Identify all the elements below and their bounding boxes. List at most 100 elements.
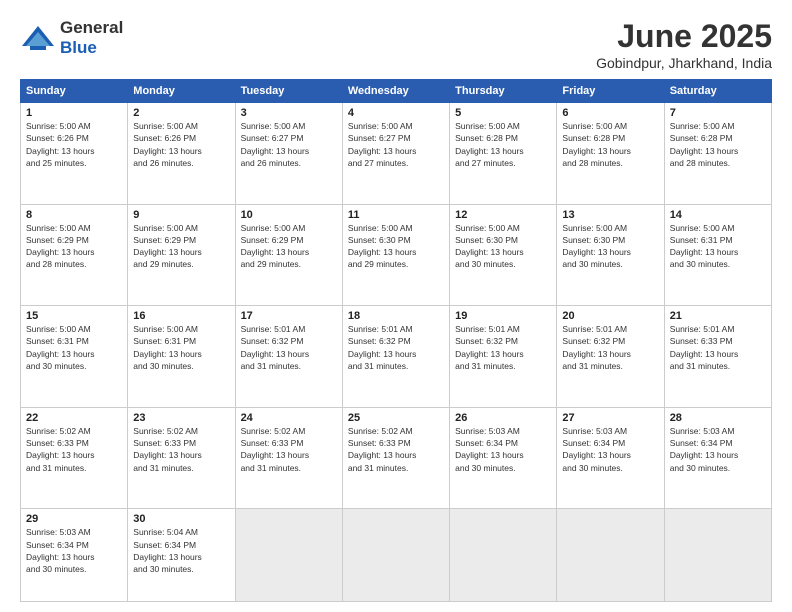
table-row: 1 Sunrise: 5:00 AMSunset: 6:26 PMDayligh… (21, 103, 772, 205)
day-number: 8 (26, 209, 122, 221)
day-number: 6 (562, 107, 658, 119)
col-thursday: Thursday (450, 80, 557, 103)
day-13: 13 Sunrise: 5:00 AMSunset: 6:30 PMDaylig… (557, 204, 664, 306)
day-8: 8 Sunrise: 5:00 AMSunset: 6:29 PMDayligh… (21, 204, 128, 306)
day-2: 2 Sunrise: 5:00 AMSunset: 6:26 PMDayligh… (128, 103, 235, 205)
day-27: 27 Sunrise: 5:03 AMSunset: 6:34 PMDaylig… (557, 407, 664, 509)
day-info: Sunrise: 5:00 AMSunset: 6:26 PMDaylight:… (133, 121, 202, 168)
day-number: 9 (133, 209, 229, 221)
day-info: Sunrise: 5:03 AMSunset: 6:34 PMDaylight:… (26, 527, 95, 574)
day-info: Sunrise: 5:02 AMSunset: 6:33 PMDaylight:… (133, 426, 202, 473)
day-info: Sunrise: 5:00 AMSunset: 6:31 PMDaylight:… (133, 324, 202, 371)
empty-cell (664, 509, 771, 602)
logo-blue: Blue (60, 38, 97, 57)
day-18: 18 Sunrise: 5:01 AMSunset: 6:32 PMDaylig… (342, 306, 449, 408)
day-info: Sunrise: 5:00 AMSunset: 6:26 PMDaylight:… (26, 121, 95, 168)
month-title: June 2025 (596, 18, 772, 55)
day-number: 5 (455, 107, 551, 119)
col-wednesday: Wednesday (342, 80, 449, 103)
day-number: 29 (26, 513, 122, 525)
logo-general: General (60, 18, 123, 38)
day-12: 12 Sunrise: 5:00 AMSunset: 6:30 PMDaylig… (450, 204, 557, 306)
day-number: 7 (670, 107, 766, 119)
day-info: Sunrise: 5:01 AMSunset: 6:32 PMDaylight:… (241, 324, 310, 371)
day-4: 4 Sunrise: 5:00 AMSunset: 6:27 PMDayligh… (342, 103, 449, 205)
table-row: 29 Sunrise: 5:03 AMSunset: 6:34 PMDaylig… (21, 509, 772, 602)
day-number: 15 (26, 310, 122, 322)
day-number: 23 (133, 412, 229, 424)
day-info: Sunrise: 5:00 AMSunset: 6:29 PMDaylight:… (26, 223, 95, 270)
empty-cell (342, 509, 449, 602)
empty-cell (557, 509, 664, 602)
day-info: Sunrise: 5:00 AMSunset: 6:30 PMDaylight:… (348, 223, 417, 270)
day-3: 3 Sunrise: 5:00 AMSunset: 6:27 PMDayligh… (235, 103, 342, 205)
col-tuesday: Tuesday (235, 80, 342, 103)
day-number: 24 (241, 412, 337, 424)
day-number: 18 (348, 310, 444, 322)
day-info: Sunrise: 5:01 AMSunset: 6:32 PMDaylight:… (348, 324, 417, 371)
day-25: 25 Sunrise: 5:02 AMSunset: 6:33 PMDaylig… (342, 407, 449, 509)
page: General Blue June 2025 Gobindpur, Jharkh… (0, 0, 792, 612)
day-number: 25 (348, 412, 444, 424)
day-22: 22 Sunrise: 5:02 AMSunset: 6:33 PMDaylig… (21, 407, 128, 509)
day-info: Sunrise: 5:00 AMSunset: 6:30 PMDaylight:… (562, 223, 631, 270)
day-number: 14 (670, 209, 766, 221)
day-14: 14 Sunrise: 5:00 AMSunset: 6:31 PMDaylig… (664, 204, 771, 306)
day-info: Sunrise: 5:01 AMSunset: 6:33 PMDaylight:… (670, 324, 739, 371)
day-24: 24 Sunrise: 5:02 AMSunset: 6:33 PMDaylig… (235, 407, 342, 509)
day-number: 30 (133, 513, 229, 525)
col-monday: Monday (128, 80, 235, 103)
day-number: 13 (562, 209, 658, 221)
day-23: 23 Sunrise: 5:02 AMSunset: 6:33 PMDaylig… (128, 407, 235, 509)
day-7: 7 Sunrise: 5:00 AMSunset: 6:28 PMDayligh… (664, 103, 771, 205)
day-9: 9 Sunrise: 5:00 AMSunset: 6:29 PMDayligh… (128, 204, 235, 306)
table-row: 15 Sunrise: 5:00 AMSunset: 6:31 PMDaylig… (21, 306, 772, 408)
calendar-table: Sunday Monday Tuesday Wednesday Thursday… (20, 79, 772, 602)
day-info: Sunrise: 5:00 AMSunset: 6:31 PMDaylight:… (26, 324, 95, 371)
day-number: 28 (670, 412, 766, 424)
day-info: Sunrise: 5:01 AMSunset: 6:32 PMDaylight:… (455, 324, 524, 371)
day-21: 21 Sunrise: 5:01 AMSunset: 6:33 PMDaylig… (664, 306, 771, 408)
empty-cell (235, 509, 342, 602)
day-19: 19 Sunrise: 5:01 AMSunset: 6:32 PMDaylig… (450, 306, 557, 408)
title-block: June 2025 Gobindpur, Jharkhand, India (596, 18, 772, 71)
day-info: Sunrise: 5:03 AMSunset: 6:34 PMDaylight:… (670, 426, 739, 473)
day-number: 3 (241, 107, 337, 119)
day-info: Sunrise: 5:00 AMSunset: 6:28 PMDaylight:… (455, 121, 524, 168)
day-number: 27 (562, 412, 658, 424)
day-28: 28 Sunrise: 5:03 AMSunset: 6:34 PMDaylig… (664, 407, 771, 509)
day-info: Sunrise: 5:00 AMSunset: 6:28 PMDaylight:… (670, 121, 739, 168)
day-29: 29 Sunrise: 5:03 AMSunset: 6:34 PMDaylig… (21, 509, 128, 602)
day-number: 11 (348, 209, 444, 221)
day-info: Sunrise: 5:00 AMSunset: 6:28 PMDaylight:… (562, 121, 631, 168)
day-30: 30 Sunrise: 5:04 AMSunset: 6:34 PMDaylig… (128, 509, 235, 602)
day-info: Sunrise: 5:02 AMSunset: 6:33 PMDaylight:… (26, 426, 95, 473)
day-1: 1 Sunrise: 5:00 AMSunset: 6:26 PMDayligh… (21, 103, 128, 205)
day-number: 22 (26, 412, 122, 424)
day-number: 20 (562, 310, 658, 322)
day-info: Sunrise: 5:00 AMSunset: 6:27 PMDaylight:… (348, 121, 417, 168)
col-friday: Friday (557, 80, 664, 103)
day-17: 17 Sunrise: 5:01 AMSunset: 6:32 PMDaylig… (235, 306, 342, 408)
header: General Blue June 2025 Gobindpur, Jharkh… (20, 18, 772, 71)
logo: General Blue (20, 18, 123, 58)
day-number: 19 (455, 310, 551, 322)
day-info: Sunrise: 5:00 AMSunset: 6:29 PMDaylight:… (133, 223, 202, 270)
location: Gobindpur, Jharkhand, India (596, 55, 772, 71)
day-15: 15 Sunrise: 5:00 AMSunset: 6:31 PMDaylig… (21, 306, 128, 408)
day-20: 20 Sunrise: 5:01 AMSunset: 6:32 PMDaylig… (557, 306, 664, 408)
day-11: 11 Sunrise: 5:00 AMSunset: 6:30 PMDaylig… (342, 204, 449, 306)
day-number: 4 (348, 107, 444, 119)
table-row: 8 Sunrise: 5:00 AMSunset: 6:29 PMDayligh… (21, 204, 772, 306)
day-number: 17 (241, 310, 337, 322)
day-info: Sunrise: 5:02 AMSunset: 6:33 PMDaylight:… (348, 426, 417, 473)
day-info: Sunrise: 5:03 AMSunset: 6:34 PMDaylight:… (455, 426, 524, 473)
day-16: 16 Sunrise: 5:00 AMSunset: 6:31 PMDaylig… (128, 306, 235, 408)
day-number: 26 (455, 412, 551, 424)
day-info: Sunrise: 5:00 AMSunset: 6:27 PMDaylight:… (241, 121, 310, 168)
day-6: 6 Sunrise: 5:00 AMSunset: 6:28 PMDayligh… (557, 103, 664, 205)
day-number: 2 (133, 107, 229, 119)
day-info: Sunrise: 5:04 AMSunset: 6:34 PMDaylight:… (133, 527, 202, 574)
day-10: 10 Sunrise: 5:00 AMSunset: 6:29 PMDaylig… (235, 204, 342, 306)
day-number: 10 (241, 209, 337, 221)
